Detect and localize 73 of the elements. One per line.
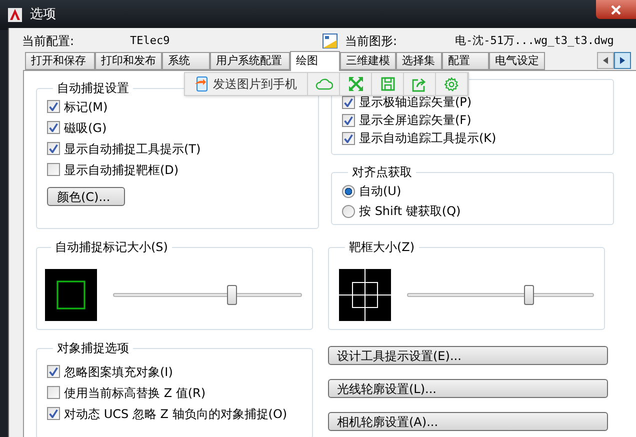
arrow-right-icon [620,57,625,64]
send-to-phone-button[interactable]: 发送图片到手机 [185,73,308,95]
close-button[interactable] [596,0,636,19]
checkbox-label: 显示全屏追踪矢量(F) [359,112,472,129]
aperture-preview-drawing [339,268,391,320]
tab[interactable]: 打开和保存 [25,52,95,70]
checkbox[interactable] [342,114,355,126]
settings-button[interactable]: 光线轮廓设置(L)... [328,379,608,398]
checkbox[interactable] [47,365,60,378]
slider-thumb[interactable] [524,284,534,304]
cloud-icon [314,78,332,90]
radio-label: 自动(U) [359,183,402,200]
group-title: 自动捕捉标记大小(S) [54,239,169,256]
marker-preview-drawing [45,268,97,320]
tab[interactable]: 三维建模 [340,52,396,70]
tab[interactable]: 电气设定 [489,52,545,70]
checkmark-icon [49,367,58,376]
group-title: 靶框大小(Z) [348,239,416,256]
checkmark-icon [49,409,58,418]
checkmark-icon [49,123,58,132]
checkbox-label: 显示自动捕捉靶框(D) [64,162,179,178]
window-title: 选项 [30,6,56,24]
tab[interactable]: 选择集 [396,52,442,70]
radio-button[interactable] [342,204,355,218]
tab[interactable]: 用户系统配置 [210,52,290,70]
group-title: 对象捕捉选项 [56,340,130,357]
checkbox[interactable] [342,132,355,144]
tab[interactable]: 配置 [442,52,489,70]
profile-label: 当前配置: [22,33,76,50]
share-icon [412,76,427,92]
checkbox[interactable] [47,142,60,155]
app-logo-icon [8,8,22,22]
settings-button[interactable]: 相机轮廓设置(A)... [328,412,608,431]
settings-icon [444,76,459,92]
checkbox[interactable] [342,96,355,108]
checkmark-icon [49,144,58,153]
group-title: 对齐点获取 [351,164,413,181]
radio-button[interactable] [342,184,355,198]
profile-name: TElec9 [130,32,171,49]
drawing-label: 当前图形: [345,33,398,50]
checkbox[interactable] [47,100,60,113]
save-icon [380,77,394,91]
checkbox-label: 显示自动捕捉工具提示(T) [64,140,201,158]
slider-thumb[interactable] [227,284,238,304]
scroll-left-button[interactable] [597,52,614,69]
drawing-name: 电-沈-51万...wg_t3_t3.dwg [455,32,614,49]
slider[interactable] [113,284,302,304]
close-icon [611,4,621,14]
slider[interactable] [407,284,594,304]
radio-label: 按 Shift 键获取(Q) [359,203,461,220]
checkbox[interactable] [47,386,60,399]
checkbox-label: 使用当前标高替换 Z 值(R) [64,384,206,402]
group-title: 自动捕捉设置 [56,80,130,97]
checkbox-label: 忽略图案填充对象(I) [64,364,173,380]
settings-button[interactable]: 设计工具提示设置(E)... [328,346,608,365]
checkbox[interactable] [47,407,60,420]
tab[interactable]: 绘图 [290,51,340,71]
checkbox[interactable] [47,163,60,176]
checkbox-label: 标记(M) [64,98,108,116]
checkbox-label: 显示极轴追踪矢量(P) [359,94,472,111]
scroll-right-button[interactable] [614,52,631,69]
checkmark-icon [49,102,58,111]
tab[interactable]: 打印和发布 [95,52,162,70]
checkbox-label: 磁吸(G) [64,120,107,136]
drawing-file-icon [322,33,338,49]
checkbox-label: 对动态 UCS 忽略 Z 轴负向的对象捕捉(O) [64,406,288,422]
checkbox[interactable] [47,121,60,134]
checkbox-label: 显示自动追踪工具提示(K) [359,130,496,147]
fullscreen-icon [348,77,362,91]
color-button[interactable]: 颜色(C)... [47,187,125,206]
tab[interactable]: 系统 [162,52,210,70]
send-label: 发送图片到手机 [213,76,297,93]
arrow-left-icon [603,57,608,64]
